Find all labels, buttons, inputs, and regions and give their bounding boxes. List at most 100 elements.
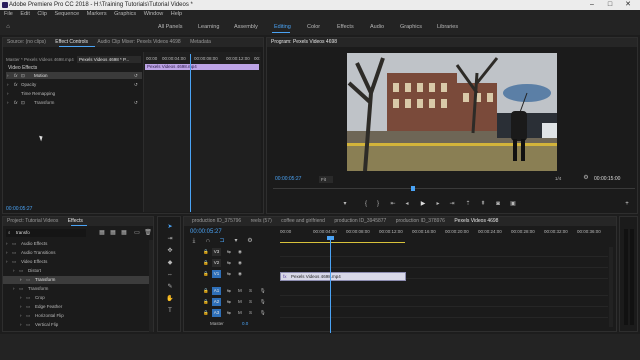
pen-tool-icon[interactable]: ✎ bbox=[165, 283, 175, 291]
tab-metadata[interactable]: Metadata bbox=[190, 38, 211, 47]
close-button[interactable]: ✕ bbox=[621, 0, 635, 10]
expand-chevron-icon[interactable]: › bbox=[20, 294, 22, 302]
motion-row[interactable]: › fx ⊡ Motion ↺ bbox=[6, 72, 142, 79]
slip-tool-icon[interactable]: ⇔ bbox=[165, 271, 175, 279]
workspace-audio[interactable]: Audio bbox=[370, 24, 384, 30]
lock-track-icon[interactable]: 🔒 bbox=[203, 286, 209, 296]
button-editor-plus-icon[interactable]: + bbox=[623, 200, 631, 208]
video-track-header[interactable]: 🔒 V1 ⇆ ◉ bbox=[186, 269, 278, 279]
insert-sequence-icon[interactable]: ⊐ bbox=[218, 237, 226, 245]
video-track-header[interactable]: 🔒 V2 ⇆ ◉ bbox=[186, 258, 278, 268]
effects-tree-item[interactable]: › ▭ Transform bbox=[3, 276, 149, 284]
toggle-output-eye-icon[interactable]: ◉ bbox=[238, 258, 242, 268]
video-track-header[interactable]: 🔒 V3 ⇆ ◉ bbox=[186, 247, 278, 257]
step-forward-icon[interactable]: ▸ bbox=[434, 200, 442, 208]
step-back-icon[interactable]: ◂ bbox=[403, 200, 411, 208]
master-volume-value[interactable]: 0.0 bbox=[242, 321, 248, 326]
effects-tree-item[interactable]: › ▭ Vertical Flip bbox=[3, 321, 149, 329]
tab-sequence[interactable]: production ID_375796 bbox=[192, 217, 241, 226]
resolution-select[interactable]: 1/4 bbox=[555, 176, 561, 181]
expand-chevron-icon[interactable]: › bbox=[13, 285, 15, 293]
sync-lock-icon[interactable]: ⇆ bbox=[227, 247, 231, 257]
lock-track-icon[interactable]: 🔒 bbox=[203, 269, 209, 279]
accelerated-effects-icon[interactable]: ▦ bbox=[98, 229, 106, 237]
effects-tree-item[interactable]: › ▭ Edge Feather bbox=[3, 303, 149, 311]
effect-controls-timeline[interactable]: 00:00 00:00:04:00 00:00:08:00 00:00:12:0… bbox=[143, 52, 261, 212]
solo-button[interactable]: S bbox=[249, 308, 252, 318]
expand-chevron-icon[interactable]: › bbox=[7, 99, 9, 106]
expand-chevron-icon[interactable]: › bbox=[6, 258, 8, 266]
lock-track-icon[interactable]: 🔒 bbox=[203, 258, 209, 268]
lock-track-icon[interactable]: 🔒 bbox=[203, 308, 209, 318]
workspace-effects[interactable]: Effects bbox=[337, 24, 354, 30]
effects-tree-item[interactable]: › ▭ Audio Transitions bbox=[3, 249, 149, 257]
play-icon[interactable]: ▶ bbox=[418, 200, 428, 208]
sequence-clip-selector[interactable]: Pexels Videos 4698 * P... bbox=[77, 56, 141, 63]
expand-chevron-icon[interactable]: › bbox=[6, 249, 8, 257]
timeline-playhead-handle[interactable] bbox=[327, 236, 334, 240]
track-label[interactable]: A3 bbox=[212, 309, 221, 317]
workspace-assembly[interactable]: Assembly bbox=[234, 24, 258, 30]
sync-lock-icon[interactable]: ⇆ bbox=[227, 258, 231, 268]
tab-sequence[interactable]: production ID_378976 bbox=[396, 217, 445, 226]
ec-clip-bar[interactable]: Pexels Videos 4698.mp4 bbox=[145, 64, 259, 70]
menu-help[interactable]: Help bbox=[171, 11, 182, 17]
maximize-button[interactable]: □ bbox=[603, 0, 617, 10]
tab-sequence-active[interactable]: Pexels Videos 4698 bbox=[454, 217, 498, 226]
mark-out-icon[interactable]: } bbox=[374, 200, 382, 208]
zoom-fit-select[interactable]: Fit bbox=[319, 176, 333, 183]
menu-markers[interactable]: Markers bbox=[87, 11, 107, 17]
expand-chevron-icon[interactable]: › bbox=[13, 267, 15, 275]
time-remapping-row[interactable]: › Time Remapping bbox=[6, 90, 142, 97]
fx-icon[interactable]: fx bbox=[14, 81, 18, 88]
type-tool-icon[interactable]: T bbox=[165, 307, 175, 315]
tab-audio-clip-mixer[interactable]: Audio Clip Mixer: Pexels Videos 4698 bbox=[97, 38, 180, 47]
program-timecode[interactable]: 00:00:05:27 bbox=[275, 176, 301, 182]
expand-chevron-icon[interactable]: › bbox=[7, 72, 9, 79]
sync-lock-icon[interactable]: ⇆ bbox=[227, 308, 231, 318]
hand-tool-icon[interactable]: ✋ bbox=[165, 295, 175, 303]
reset-icon[interactable]: ↺ bbox=[134, 72, 138, 79]
expand-chevron-icon[interactable]: › bbox=[6, 240, 8, 248]
menu-window[interactable]: Window bbox=[144, 11, 164, 17]
mute-button[interactable]: M bbox=[238, 286, 242, 296]
new-bin-icon[interactable]: ▭ bbox=[133, 229, 141, 237]
effects-tree-item[interactable]: › ▭ Distort bbox=[3, 267, 149, 275]
effects-scrollbar[interactable] bbox=[149, 240, 153, 332]
toggle-output-eye-icon[interactable]: ◉ bbox=[238, 247, 242, 257]
tab-sequence[interactable]: reels (57) bbox=[251, 217, 272, 226]
track-label[interactable]: A1 bbox=[212, 287, 221, 295]
expand-chevron-icon[interactable]: › bbox=[7, 81, 9, 88]
work-area-bar[interactable] bbox=[280, 242, 405, 243]
selection-tool-icon[interactable]: ➤ bbox=[165, 223, 175, 231]
track-label[interactable]: V2 bbox=[212, 259, 221, 267]
razor-tool-icon[interactable]: ◆ bbox=[165, 259, 175, 267]
track-label[interactable]: V3 bbox=[212, 248, 221, 256]
audio-track-header[interactable]: 🔒 A3 ⇆ M S 🎙 bbox=[186, 308, 278, 318]
yuv-effects-icon[interactable]: ▦ bbox=[120, 229, 128, 237]
effects-tree-item[interactable]: › ▭ Audio Effects bbox=[3, 240, 149, 248]
master-clip-label[interactable]: Master * Pexels Videos 4698.mp4 bbox=[6, 57, 74, 62]
workspace-color[interactable]: Color bbox=[307, 24, 320, 30]
tab-sequence[interactable]: coffee and girlfriend bbox=[281, 217, 325, 226]
mute-button[interactable]: M bbox=[238, 308, 242, 318]
effects-tree-item[interactable]: › ▭ Crop bbox=[3, 294, 149, 302]
workspace-learning[interactable]: Learning bbox=[198, 24, 219, 30]
go-to-in-icon[interactable]: ⇤ bbox=[388, 200, 398, 208]
lock-track-icon[interactable]: 🔒 bbox=[203, 297, 209, 307]
mute-button[interactable]: M bbox=[238, 297, 242, 307]
timeline-timecode[interactable]: 00:00:05:27 bbox=[190, 229, 222, 235]
voiceover-record-icon[interactable]: 🎙 bbox=[260, 286, 266, 296]
expand-chevron-icon[interactable]: › bbox=[20, 276, 22, 284]
track-label[interactable]: A2 bbox=[212, 298, 221, 306]
menu-clip[interactable]: Clip bbox=[37, 11, 46, 17]
workspace-graphics[interactable]: Graphics bbox=[400, 24, 422, 30]
export-frame-icon[interactable]: ◙ bbox=[493, 200, 503, 208]
expand-chevron-icon[interactable]: › bbox=[20, 321, 22, 329]
track-label[interactable]: V1 bbox=[212, 270, 221, 278]
tab-sequence[interactable]: production ID_3945877 bbox=[334, 217, 386, 226]
add-marker-icon[interactable]: ▾ bbox=[341, 200, 349, 208]
go-to-out-icon[interactable]: ⇥ bbox=[447, 200, 457, 208]
comparison-view-icon[interactable]: ▣ bbox=[508, 200, 518, 208]
expand-chevron-icon[interactable]: › bbox=[20, 312, 22, 320]
